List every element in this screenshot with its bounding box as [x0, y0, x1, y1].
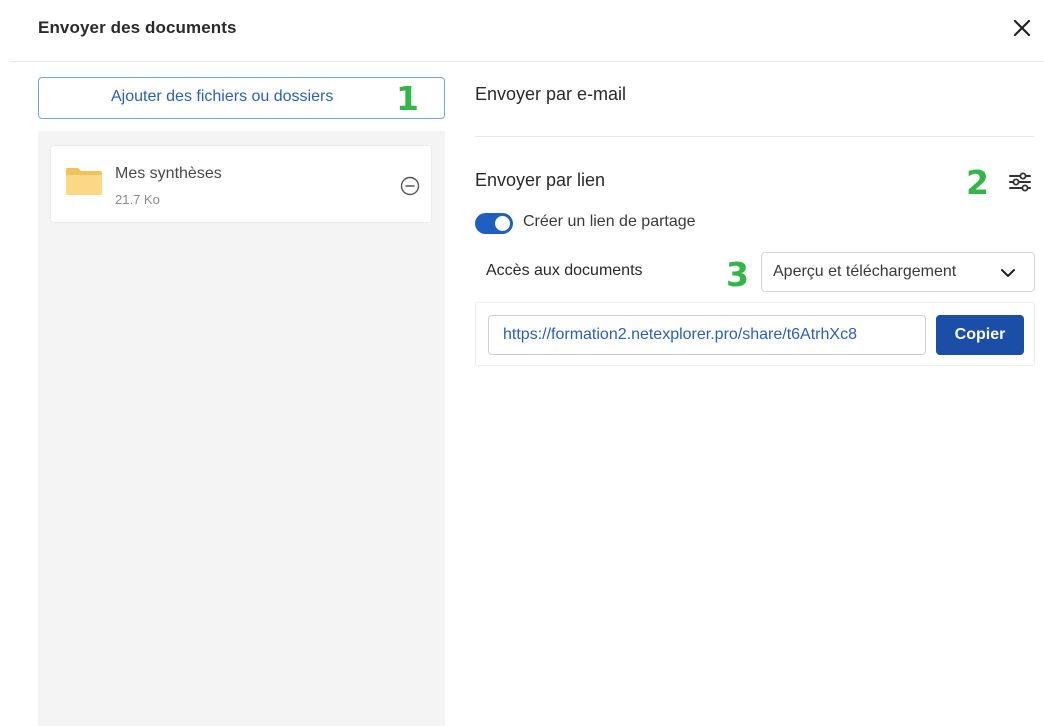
file-list-panel: Mes synthèses 21.7 Ko	[38, 131, 445, 726]
add-files-button[interactable]: Ajouter des fichiers ou dossiers	[38, 77, 445, 119]
header-divider	[10, 61, 1044, 62]
remove-file-button[interactable]	[399, 175, 421, 197]
sliders-icon	[1009, 172, 1031, 192]
document-access-label: Accès aux documents	[486, 262, 643, 279]
document-access-value: Aperçu et téléchargement	[773, 263, 957, 280]
share-link-toggle-label: Créer un lien de partage	[523, 213, 696, 230]
link-settings-button[interactable]	[1006, 170, 1034, 194]
send-by-email-section[interactable]: Envoyer par e-mail	[475, 84, 626, 105]
chevron-down-icon	[1001, 269, 1015, 277]
copy-button[interactable]: Copier	[936, 315, 1024, 355]
share-link-toggle[interactable]	[475, 213, 513, 234]
annotation-1: 1	[396, 79, 419, 118]
document-access-select[interactable]: Aperçu et téléchargement	[761, 252, 1035, 292]
annotation-2: 2	[966, 163, 989, 202]
add-files-button-label: Ajouter des fichiers ou dossiers	[111, 88, 334, 105]
dialog-title: Envoyer des documents	[38, 18, 237, 37]
share-link-box: Copier	[475, 302, 1035, 366]
close-icon	[1013, 19, 1031, 37]
file-list-item[interactable]: Mes synthèses 21.7 Ko	[50, 145, 432, 223]
file-name: Mes synthèses	[115, 165, 222, 182]
share-link-field[interactable]	[488, 315, 926, 355]
minus-circle-icon	[400, 176, 420, 196]
dialog-header: Envoyer des documents	[0, 0, 1044, 62]
toggle-knob	[495, 216, 510, 231]
section-divider	[475, 136, 1034, 137]
send-by-link-title: Envoyer par lien	[475, 170, 606, 190]
folder-icon	[66, 168, 102, 195]
close-button[interactable]	[1008, 14, 1036, 42]
annotation-3: 3	[726, 255, 749, 294]
send-documents-dialog: Envoyer des documents Ajouter des fichie…	[0, 0, 1044, 726]
file-size: 21.7 Ko	[115, 192, 160, 207]
